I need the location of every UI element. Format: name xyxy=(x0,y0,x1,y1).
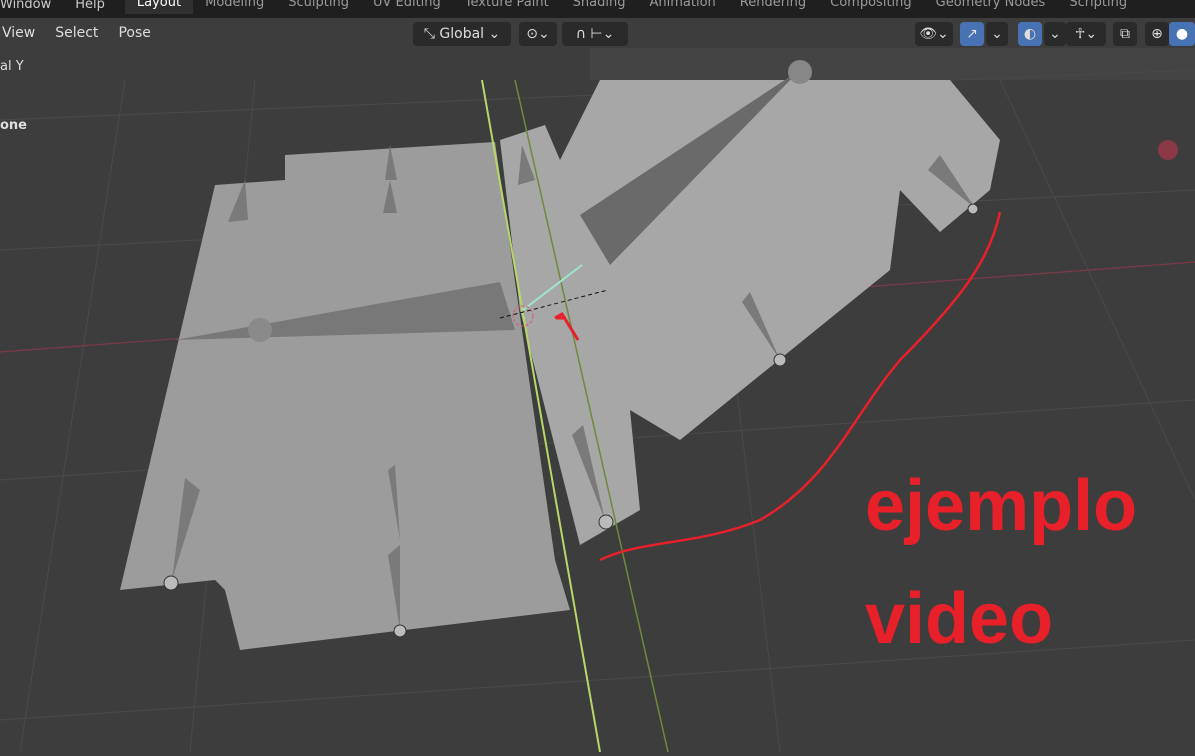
mesh-left xyxy=(120,142,570,650)
overlays-dropdown[interactable]: ⌄ xyxy=(1044,22,1066,46)
armature-icon: ☥⌄ xyxy=(1074,26,1098,42)
magnet-icon: ∩ ⊢⌄ xyxy=(575,26,615,42)
tab-sculpting[interactable]: Sculpting xyxy=(276,0,361,14)
menu-window[interactable]: Window xyxy=(0,0,63,12)
wireframe-icon: ⊕ xyxy=(1151,26,1163,42)
annotation-text-1: ejemplo xyxy=(865,466,1138,546)
chevron-down-icon: ⌄ xyxy=(484,26,501,42)
transform-orientation-dropdown[interactable]: ⤡ Global ⌄ xyxy=(413,22,511,46)
orientation-icon: ⤡ xyxy=(423,26,440,42)
menu-view[interactable]: View xyxy=(0,25,45,41)
gizmo-dropdown[interactable]: ⌄ xyxy=(986,22,1008,46)
gizmo-icon: ↗ xyxy=(966,26,978,42)
pivot-icon: ⊙⌄ xyxy=(526,26,550,42)
tab-animation[interactable]: Animation xyxy=(637,0,727,14)
tab-geometry-nodes[interactable]: Geometry Nodes xyxy=(924,0,1058,14)
selectability-dropdown[interactable]: 👁⌄ xyxy=(915,22,953,46)
overlay-object: one xyxy=(0,118,28,133)
chevron-down-icon: ⌄ xyxy=(991,26,1003,42)
pivot-dropdown[interactable]: ⊙⌄ xyxy=(519,22,557,46)
wireframe-shading-button[interactable]: ⊕ xyxy=(1145,22,1169,46)
overlays-icon: ◐ xyxy=(1023,26,1037,42)
bone-overlay-dropdown[interactable]: ☥⌄ xyxy=(1066,22,1106,46)
menu-help[interactable]: Help xyxy=(63,0,117,12)
solid-sphere-icon: ● xyxy=(1175,26,1189,42)
tab-modeling[interactable]: Modeling xyxy=(193,0,276,14)
chevron-down-icon: ⌄ xyxy=(1049,26,1061,42)
gizmo-toggle[interactable]: ↗ xyxy=(960,22,984,46)
menu-select[interactable]: Select xyxy=(45,25,108,41)
overlay-info: al Y xyxy=(0,59,24,74)
tab-uv-editing[interactable]: UV Editing xyxy=(361,0,453,14)
annotation-text-2: video xyxy=(865,579,1054,659)
tab-compositing[interactable]: Compositing xyxy=(818,0,924,14)
3d-viewport[interactable]: al Y one ejemplo video xyxy=(0,48,1195,753)
tab-shading[interactable]: Shading xyxy=(561,0,638,14)
xray-icon: ⧉ xyxy=(1120,26,1130,42)
tab-layout[interactable]: Layout xyxy=(124,0,194,14)
tab-rendering[interactable]: Rendering xyxy=(728,0,818,14)
overlays-toggle[interactable]: ◐ xyxy=(1018,22,1042,46)
solid-shading-button[interactable]: ● xyxy=(1169,22,1195,46)
tab-scripting[interactable]: Scripting xyxy=(1057,0,1139,14)
workspace-bar: Window Help Layout Modeling Sculpting UV… xyxy=(0,0,1195,18)
tab-texture-paint[interactable]: Texture Paint xyxy=(453,0,561,14)
orientation-label: Global xyxy=(439,26,485,42)
xray-toggle[interactable]: ⧉ xyxy=(1113,22,1137,46)
eye-icon: 👁⌄ xyxy=(919,26,949,42)
menu-pose[interactable]: Pose xyxy=(108,25,160,41)
snap-dropdown[interactable]: ∩ ⊢⌄ xyxy=(562,22,628,46)
